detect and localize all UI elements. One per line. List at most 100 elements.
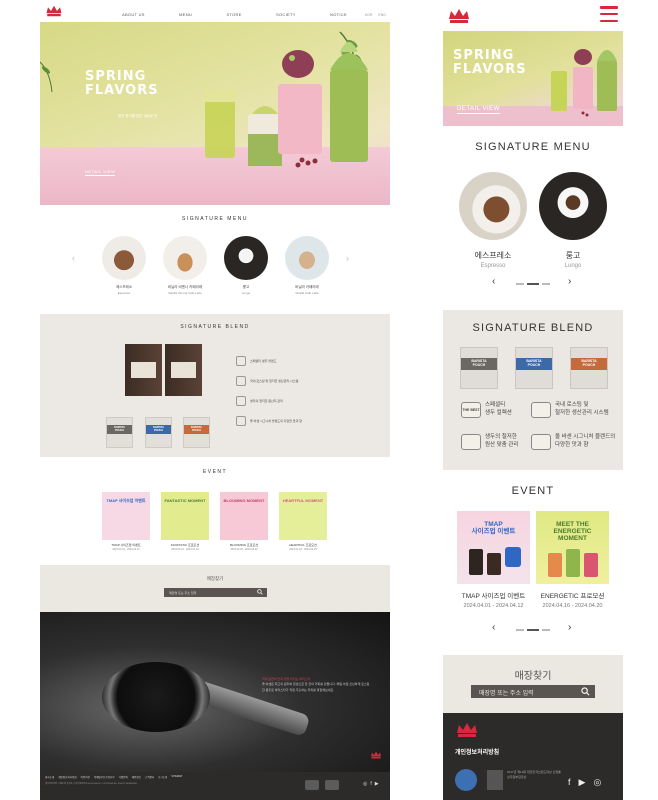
menu-item-espresso[interactable]: 에스프레소 Espresso bbox=[94, 236, 154, 295]
facebook-icon[interactable]: f bbox=[568, 777, 571, 788]
award-badge-icon bbox=[455, 769, 477, 791]
hero-drinks-illustration bbox=[40, 31, 368, 168]
event-image-fantastic: FANTASTIC MOMENT bbox=[161, 492, 209, 540]
carousel-next-arrow[interactable]: › bbox=[346, 253, 349, 263]
mobile-store-finder: 매장찾기 매장명 또는 주소 입력 bbox=[443, 655, 623, 713]
blend-feature-2: 국내 로스팅 및 철저한 생산관리 시스템 bbox=[236, 376, 298, 386]
mobile-signature-blend: SIGNATURE BLEND BARISTA POUCH BARISTA POUC… bbox=[443, 310, 623, 470]
barista-pouch-2: BARISTA POUCH bbox=[145, 417, 172, 448]
award-badge bbox=[325, 780, 339, 790]
footer-link[interactable]: 개인정보처리방침 bbox=[58, 775, 76, 779]
brand-crown-logo[interactable] bbox=[447, 7, 471, 25]
footer-social: f ▶ ◎ bbox=[568, 777, 601, 788]
event-title: EVENT bbox=[511, 485, 555, 497]
menu-item-espresso[interactable]: 에스프레소 Espresso bbox=[459, 172, 527, 269]
vienna-latte-image bbox=[163, 236, 207, 280]
footer-link[interactable]: SITEMAP bbox=[171, 775, 182, 779]
store-search-input[interactable]: 매장명 또는 주소 입력 bbox=[471, 685, 595, 698]
footer-link[interactable]: 가맹문의 bbox=[119, 775, 128, 779]
signature-menu-title: SIGNATURE MENU bbox=[182, 216, 248, 222]
event-image-heartful: HEARTFUL MOMENT bbox=[279, 492, 327, 540]
event-title: EVENT bbox=[202, 469, 228, 475]
nav-notice[interactable]: NOTICE bbox=[330, 12, 347, 17]
youtube-icon[interactable]: ▶ bbox=[579, 777, 586, 788]
award-badge bbox=[305, 780, 319, 790]
mobile-signature-menu: SIGNATURE MENU 에스프레소 Espresso 룽고 Lungo ‹… bbox=[443, 127, 623, 300]
youtube-icon[interactable]: ▶ bbox=[375, 781, 379, 787]
desktop-event-section: EVENT TMAP 사이즈업 이벤트 TMAP 사이즈업 이벤트 2024.0… bbox=[40, 457, 390, 565]
coffee-grounds-image bbox=[102, 662, 210, 732]
event-card-tmap[interactable]: TMAP 사이즈업 이벤트 TMAP 사이즈업 이벤트 2024.04.01 - … bbox=[457, 511, 530, 609]
nav-store[interactable]: STORE bbox=[226, 12, 241, 17]
carousel-prev-arrow[interactable]: ‹ bbox=[492, 276, 495, 287]
footer-link[interactable]: 이용약관 bbox=[81, 775, 90, 779]
footer-link[interactable]: 채용정보 bbox=[132, 775, 141, 779]
mobile-header bbox=[443, 0, 623, 30]
menu-item-lungo[interactable]: 룽고 Lungo bbox=[216, 236, 276, 295]
nav-society[interactable]: SOCIETY bbox=[276, 12, 296, 17]
blend-feature-4: 올 바센 시그니처 블렌드의 다양한 맛과 향 bbox=[531, 434, 615, 450]
menu-item-vanilla-vienna[interactable]: 바닐라 비엔나 카페라떼 Vanilla Vienna Cafe Latte bbox=[155, 236, 215, 295]
nav-about-us[interactable]: ABOUT US bbox=[122, 12, 145, 17]
event-card-tmap[interactable]: TMAP 사이즈업 이벤트 TMAP 사이즈업 이벤트 2024.04.01 -… bbox=[102, 492, 150, 551]
footer-link[interactable]: 이메일무단수집거부 bbox=[94, 775, 115, 779]
store-search-input[interactable]: 매장명 또는 주소 입력 bbox=[164, 588, 267, 597]
hero-detail-view-link[interactable]: DETAIL VIEW bbox=[457, 106, 500, 114]
espresso-image bbox=[459, 172, 527, 240]
mobile-event-section: EVENT TMAP 사이즈업 이벤트 TMAP 사이즈업 이벤트 2024.04… bbox=[443, 470, 623, 655]
award-badges bbox=[305, 780, 339, 790]
desktop-hero-banner[interactable]: SPRING FLAVORS 봄의 향기를 담은 새로운 맛 DETAIL VI… bbox=[40, 22, 390, 205]
vanilla-latte-image bbox=[285, 236, 329, 280]
lang-eng[interactable]: ENG bbox=[378, 13, 386, 17]
coffee-bean-icon bbox=[236, 356, 246, 366]
hamburger-menu-icon[interactable] bbox=[600, 6, 618, 22]
store-finder-title: 매장찾기 bbox=[514, 671, 552, 682]
event-image-tmap: TMAP 사이즈업 이벤트 bbox=[457, 511, 530, 584]
footer-link[interactable]: 회사소개 bbox=[45, 775, 54, 779]
barista-pouch-3: BARISTA POUCH bbox=[183, 417, 210, 448]
event-card-fantastic[interactable]: FANTASTIC MOMENT FANTASTIC 프로모션 2024.03.… bbox=[161, 492, 209, 551]
menu-item-lungo[interactable]: 룽고 Lungo bbox=[539, 172, 607, 269]
search-icon[interactable] bbox=[257, 589, 263, 595]
menu-item-vanilla-latte[interactable]: 바닐라 카페라떼 Vanilla Cafe Latte bbox=[277, 236, 337, 295]
footer-link[interactable]: 오시는길 bbox=[158, 775, 167, 779]
privacy-policy-link[interactable]: 개인정보처리방침 bbox=[455, 747, 499, 756]
carousel-prev-arrow[interactable]: ‹ bbox=[492, 622, 495, 633]
roaster-icon bbox=[236, 376, 246, 386]
desktop-nav: ABOUT US MENU STORE SOCIETY NOTICE bbox=[122, 12, 347, 17]
hero-title: SPRING FLAVORS bbox=[85, 69, 159, 98]
facebook-icon[interactable]: f bbox=[370, 781, 371, 787]
hero-subtitle: 봄의 향기를 담은 새로운 맛 bbox=[118, 114, 158, 118]
mobile-hero-banner[interactable]: SPRING FLAVORS DETAIL VIEW bbox=[443, 31, 623, 126]
footer-links: 회사소개 개인정보처리방침 이용약관 이메일무단수집거부 가맹문의 채용정보 고… bbox=[45, 775, 182, 779]
carousel-prev-arrow[interactable]: ‹ bbox=[72, 253, 75, 263]
desktop-signature-blend: SIGNATURE BLEND BARISTA POUCH BARISTA POUC… bbox=[40, 314, 390, 457]
signature-blend-title: SIGNATURE BLEND bbox=[180, 324, 250, 330]
search-icon[interactable] bbox=[581, 687, 590, 696]
event-card-heartful[interactable]: HEARTFUL MOMENT HEARTFUL 프로모션 2024.01.18… bbox=[279, 492, 327, 551]
award-text: 2017년 제13회 대한민국브랜드대상 산업통상자원부장관상 bbox=[507, 770, 561, 779]
event-card-energetic[interactable]: MEET THE ENERGETIC MOMENT ENERGETIC 프로모션 2… bbox=[536, 511, 609, 609]
hero-detail-view-link[interactable]: DETAIL VIEW bbox=[85, 169, 116, 176]
instagram-icon[interactable]: ◎ bbox=[593, 777, 601, 788]
barista-pouch-2: BARISTA POUCH bbox=[515, 347, 553, 389]
event-image-energetic: MEET THE ENERGETIC MOMENT bbox=[536, 511, 609, 584]
espresso-image bbox=[102, 236, 146, 280]
blend-feature-2: 국내 로스팅 및 철저한 생산관리 시스템 bbox=[531, 402, 609, 418]
carousel-next-arrow[interactable]: › bbox=[568, 276, 571, 287]
footer-link[interactable]: 고객센터 bbox=[145, 775, 154, 779]
barista-pouch-3: BARISTA POUCH bbox=[570, 347, 608, 389]
nav-menu[interactable]: MENU bbox=[179, 12, 192, 17]
brand-story-text: 커피 본연의 맛과 향을 지키는 바리스타 올 바센은 최고의 원두와 정성으로… bbox=[262, 677, 370, 692]
lungo-image bbox=[224, 236, 268, 280]
coffee-bag-2 bbox=[165, 344, 202, 396]
carousel-next-arrow[interactable]: › bbox=[568, 622, 571, 633]
hero-title: SPRING FLAVORS bbox=[453, 48, 527, 77]
lang-kor[interactable]: KOR bbox=[365, 13, 373, 17]
event-card-blooming[interactable]: BLOOMING MOMENT BLOOMING 프로모션 2024.02.26… bbox=[220, 492, 268, 551]
brand-crown-logo[interactable] bbox=[45, 4, 63, 18]
event-image-tmap: TMAP 사이즈업 이벤트 bbox=[102, 492, 150, 540]
store-finder-title: 매장찾기 bbox=[206, 576, 224, 581]
instagram-icon[interactable]: ◎ bbox=[363, 781, 367, 787]
origin-icon bbox=[236, 396, 246, 406]
